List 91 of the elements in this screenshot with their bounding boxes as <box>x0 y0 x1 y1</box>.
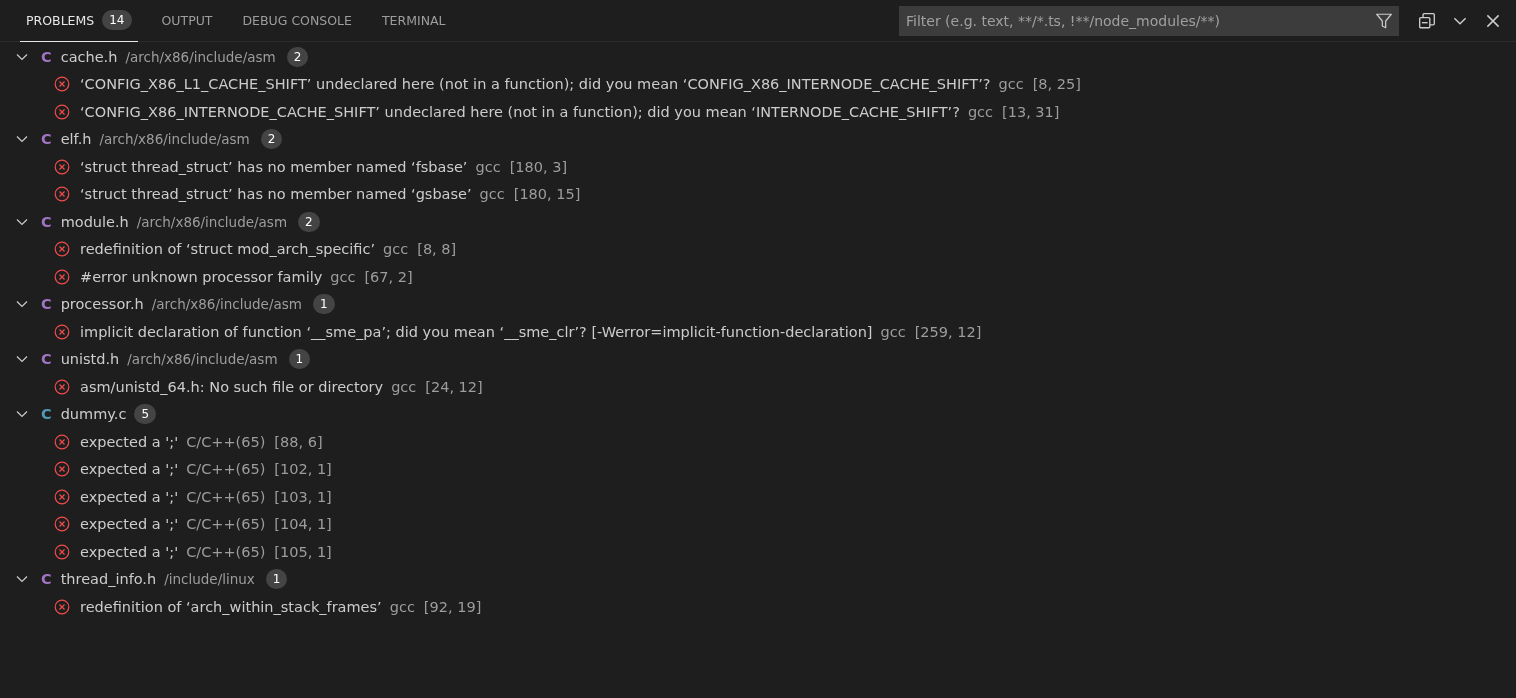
problem-message[interactable]: expected a ';' <box>80 433 179 450</box>
file-path: /include/linux <box>164 571 255 588</box>
file-path: /arch/x86/include/asm <box>151 296 302 313</box>
file-path: /arch/x86/include/asm <box>99 131 250 148</box>
count-badge: 2 <box>260 129 283 150</box>
problem-location: [24, 12] <box>425 378 483 395</box>
file-type-icon: C <box>41 351 52 368</box>
problem-location: [13, 31] <box>1002 103 1060 120</box>
problem-message[interactable]: #error unknown processor family <box>80 268 323 285</box>
file-path: /arch/x86/include/asm <box>127 351 278 368</box>
file-type-icon: C <box>41 48 52 65</box>
file-name[interactable]: processor.h <box>60 296 144 313</box>
error-icon <box>54 378 70 395</box>
error-icon <box>54 186 70 203</box>
problem-message[interactable]: expected a ';' <box>80 461 179 478</box>
problem-message[interactable]: redefinition of ‘struct mod_arch_specific’ <box>80 241 376 258</box>
problem-location: [88, 6] <box>274 433 323 450</box>
file-name[interactable]: cache.h <box>60 48 118 65</box>
count-badge: 14 <box>102 10 132 30</box>
problem-location: [105, 1] <box>274 543 332 560</box>
problem-source: gcc <box>967 103 994 120</box>
problem-source: C/C++(65) <box>186 488 266 505</box>
count-badge: 1 <box>288 349 311 370</box>
count-badge: 5 <box>134 404 157 425</box>
problem-message[interactable]: implicit declaration of function ‘__sme_pa’; did you mean ‘__sme_clr’? [-Werror=implicit-function-declaration] <box>80 323 873 340</box>
problem-source: gcc <box>330 268 356 285</box>
problem-source: C/C++(65) <box>186 543 266 560</box>
count-badge: 2 <box>286 46 309 67</box>
error-icon <box>54 543 70 560</box>
problem-message[interactable]: ‘struct thread_struct’ has no member named ‘fsbase’ <box>80 158 468 175</box>
problem-source: gcc <box>391 378 417 395</box>
problem-source: gcc <box>475 158 501 175</box>
error-icon <box>54 158 70 175</box>
file-name[interactable]: unistd.h <box>60 351 120 368</box>
problem-message[interactable]: redefinition of ‘arch_within_stack_frames’ <box>80 598 382 615</box>
error-icon <box>54 103 70 120</box>
problem-message[interactable]: ‘CONFIG_X86_L1_CACHE_SHIFT’ undeclared here (not in a function); did you mean ‘CONFIG_X86_INTERNODE_CACHE_SHIFT’? <box>80 76 991 93</box>
problem-location: [92, 19] <box>423 598 482 615</box>
file-name[interactable]: thread_info.h <box>60 571 157 588</box>
collapse-all-icon[interactable] <box>1418 11 1436 30</box>
problem-location: [102, 1] <box>274 461 332 478</box>
count-badge: 1 <box>265 569 288 590</box>
problem-message[interactable]: expected a ';' <box>80 543 179 560</box>
error-icon <box>54 461 70 478</box>
problem-source: gcc <box>998 76 1024 93</box>
error-icon <box>54 516 70 533</box>
error-icon <box>54 488 70 505</box>
problem-source: gcc <box>383 241 409 258</box>
file-path: /arch/x86/include/asm <box>136 213 288 230</box>
problem-location: [103, 1] <box>274 488 332 505</box>
file-name[interactable]: dummy.c <box>60 406 127 423</box>
panel-tab[interactable]: DEBUG CONSOLE <box>236 0 358 42</box>
file-name[interactable]: module.h <box>60 213 129 230</box>
file-name[interactable]: elf.h <box>60 131 92 148</box>
file-path: /arch/x86/include/asm <box>125 48 276 65</box>
problem-location: [180, 3] <box>509 158 568 175</box>
error-icon <box>54 241 70 258</box>
panel-tab[interactable]: OUTPUT <box>155 0 219 42</box>
error-icon <box>54 268 70 285</box>
file-type-icon: C <box>41 571 52 588</box>
file-type-icon: C <box>41 213 52 230</box>
error-icon <box>54 433 70 450</box>
error-icon <box>54 76 70 93</box>
problem-source: gcc <box>479 186 505 203</box>
problem-source: C/C++(65) <box>186 461 266 478</box>
problem-location: [8, 25] <box>1032 76 1081 93</box>
filter-icon[interactable] <box>1375 11 1393 30</box>
problem-message[interactable]: ‘struct thread_struct’ has no member named ‘gsbase’ <box>80 186 472 203</box>
problem-source: C/C++(65) <box>186 516 266 533</box>
problem-location: [259, 12] <box>914 323 982 340</box>
problem-message[interactable]: expected a ';' <box>80 516 179 533</box>
problem-message[interactable]: asm/unistd_64.h: No such file or directory <box>80 378 384 395</box>
problem-source: C/C++(65) <box>186 433 266 450</box>
problem-message[interactable]: ‘CONFIG_X86_INTERNODE_CACHE_SHIFT’ undeclared here (not in a function); did you mean ‘INTERNODE_CACHE_SHIFT’? <box>80 103 960 120</box>
problem-location: [180, 15] <box>513 186 581 203</box>
count-badge: 1 <box>312 294 335 315</box>
count-badge: 2 <box>298 211 320 232</box>
file-type-icon: C <box>41 406 52 423</box>
error-icon <box>54 598 70 615</box>
error-icon <box>54 323 70 340</box>
file-type-icon: C <box>41 131 52 148</box>
problem-source: gcc <box>880 323 906 340</box>
problem-location: [8, 8] <box>417 241 457 258</box>
file-type-icon: C <box>41 296 52 313</box>
problem-location: [67, 2] <box>364 268 413 285</box>
problem-source: gcc <box>389 598 415 615</box>
problem-message[interactable]: expected a ';' <box>80 488 179 505</box>
filter-field[interactable]: Filter (e.g. text, **/*.ts, !**/node_modules/**) <box>899 5 1399 36</box>
panel-tab[interactable]: PROBLEMS 14 <box>20 0 138 42</box>
problem-location: [104, 1] <box>274 516 332 533</box>
panel-tab[interactable]: TERMINAL <box>375 0 452 42</box>
